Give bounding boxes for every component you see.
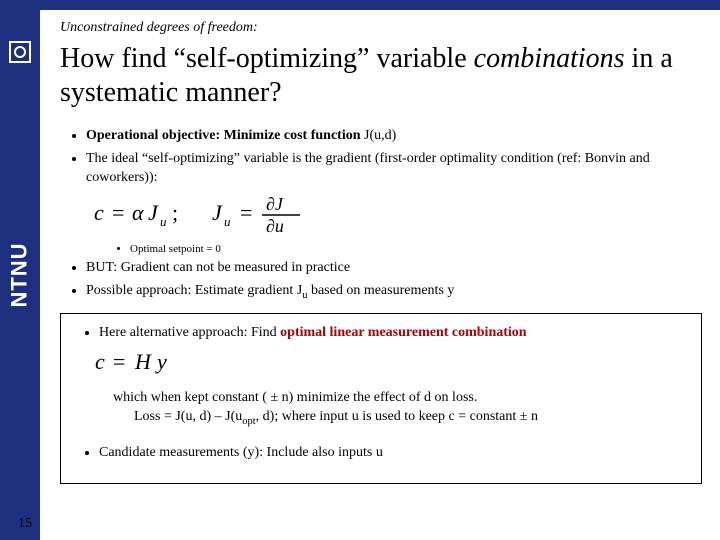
svg-text:∂J: ∂J: [266, 194, 284, 214]
page-title: How find “self-optimizing” variable comb…: [60, 42, 702, 109]
equation-c-hy: c = H y: [91, 349, 689, 382]
svg-text:α: α: [132, 200, 144, 225]
bullet-1: Operational objective: Minimize cost fun…: [86, 127, 702, 146]
box-tail-1: which when kept constant ( ± n) minimize…: [113, 390, 477, 405]
box-bullet-2: Candidate measurements (y): Include also…: [99, 444, 689, 463]
svg-text:y: y: [155, 349, 167, 374]
title-part1: How find “self-optimizing” variable: [60, 43, 474, 74]
bullet-1-suffix: J(u,d): [361, 128, 397, 143]
top-accent-bar: [0, 0, 720, 10]
slide: NTNU Unconstrained degrees of freedom: H…: [0, 0, 720, 540]
content-area: Unconstrained degrees of freedom: How fi…: [60, 20, 702, 526]
ntnu-wordmark: NTNU: [7, 242, 33, 307]
sub-bullet-1: Optimal setpoint = 0: [130, 243, 702, 255]
bullet-4: Possible approach: Estimate gradient Ju …: [86, 282, 702, 303]
box-line1-highlight: optimal linear measurement combination: [280, 325, 526, 340]
box-list-2: Candidate measurements (y): Include also…: [73, 444, 689, 463]
bullet-1-bold: Operational objective: Minimize cost fun…: [86, 128, 361, 143]
box-tail: which when kept constant ( ± n) minimize…: [113, 388, 689, 430]
svg-text:J: J: [212, 200, 223, 225]
equation-gradient: c = α J u ; J u = ∂J ∂u: [94, 194, 702, 239]
svg-text:c: c: [95, 349, 105, 374]
bullet-list: Operational objective: Minimize cost fun…: [60, 127, 702, 188]
svg-text:∂u: ∂u: [266, 216, 284, 234]
svg-text:c: c: [94, 200, 104, 225]
bullet-4-prefix: Possible approach: Estimate gradient J: [86, 283, 302, 298]
svg-text:;: ;: [172, 200, 178, 225]
svg-text:J: J: [148, 200, 159, 225]
page-number: 15: [18, 516, 32, 532]
sidebar: NTNU: [0, 10, 40, 540]
overline-text: Unconstrained degrees of freedom:: [60, 20, 702, 36]
svg-text:u: u: [224, 214, 231, 229]
box-tail-2-sub: opt: [242, 416, 255, 427]
bullet-list-2: BUT: Gradient can not be measured in pra…: [60, 259, 702, 303]
bullet-4-suffix: based on measurements y: [307, 283, 454, 298]
svg-text:=: =: [240, 200, 252, 225]
title-combinations: combinations: [474, 43, 625, 74]
box-line1-prefix: Here alternative approach: Find: [99, 325, 280, 340]
svg-text:=: =: [112, 200, 124, 225]
box-tail-2-suffix: , d); where input u is used to keep c = …: [256, 409, 538, 424]
bullet-2: The ideal “self-optimizing” variable is …: [86, 150, 702, 188]
ntnu-logo-icon: [8, 40, 32, 64]
svg-text:u: u: [160, 214, 167, 229]
sub-bullet-list: Optimal setpoint = 0: [60, 243, 702, 255]
box-list: Here alternative approach: Find optimal …: [73, 324, 689, 343]
bullet-3: BUT: Gradient can not be measured in pra…: [86, 259, 702, 278]
svg-text:=: =: [113, 349, 125, 374]
highlight-box: Here alternative approach: Find optimal …: [60, 313, 702, 484]
svg-text:H: H: [134, 349, 152, 374]
box-bullet-1: Here alternative approach: Find optimal …: [99, 324, 689, 343]
box-tail-2-prefix: Loss = J(u, d) – J(u: [134, 409, 242, 424]
